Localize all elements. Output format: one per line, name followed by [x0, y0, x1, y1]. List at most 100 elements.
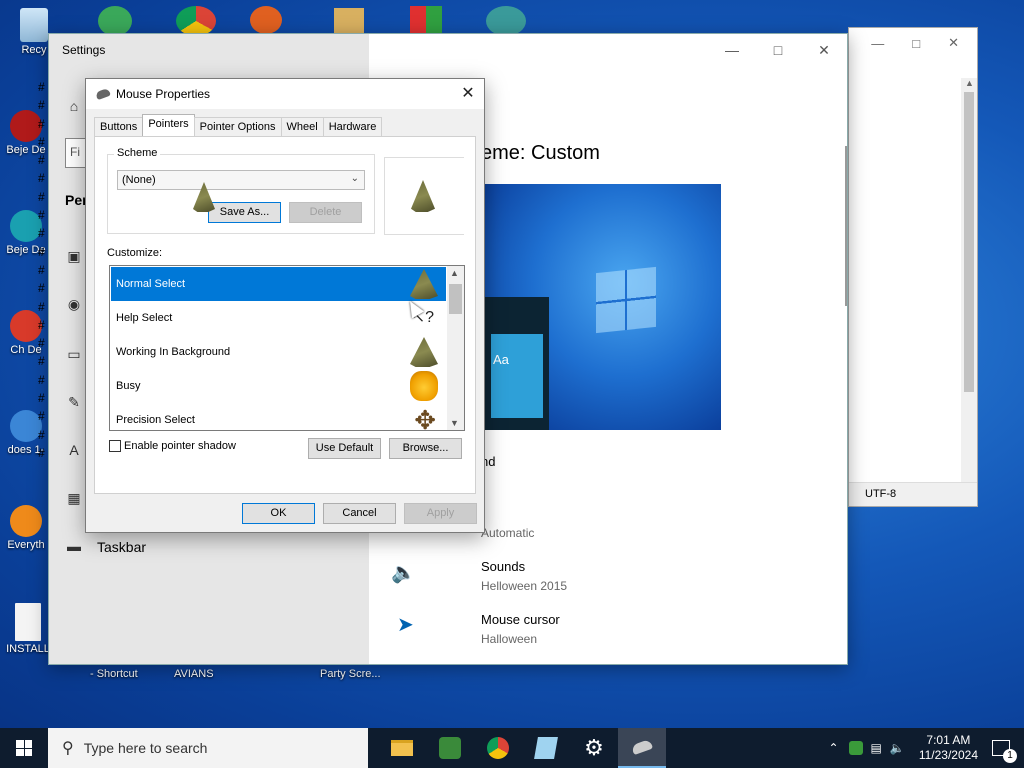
- scheme-group: Scheme (None) ⌄ Save As... Delete: [107, 147, 375, 234]
- game-app-icon[interactable]: [426, 728, 474, 768]
- delete-button[interactable]: Delete: [289, 202, 362, 223]
- mouse-properties-dialog[interactable]: Mouse Properties ✕ Buttons Pointers Poin…: [85, 78, 485, 533]
- close-icon[interactable]: ✕: [452, 79, 484, 109]
- mouse-cursor-icon[interactable]: ➤: [397, 612, 414, 637]
- app-icon[interactable]: [250, 6, 282, 34]
- theme-preview: Aa: [481, 184, 721, 430]
- encoding-label: UTF-8: [865, 488, 897, 500]
- notification-count: 1: [1003, 749, 1017, 763]
- chevron-up-icon[interactable]: ⌃: [828, 741, 838, 755]
- desktop-label-avians[interactable]: AVIANS: [174, 668, 214, 680]
- everything-icon[interactable]: Everyth: [2, 505, 50, 551]
- tab-pointers[interactable]: Pointers: [142, 114, 195, 137]
- game-icon[interactable]: [486, 6, 526, 36]
- shield-icon[interactable]: [410, 6, 442, 36]
- scroll-down-icon[interactable]: ▼: [450, 418, 459, 428]
- list-item-working-background[interactable]: Working In Background: [111, 335, 446, 369]
- maximize-icon[interactable]: □: [755, 34, 801, 66]
- list-scrollbar[interactable]: ▲ ▼: [447, 266, 464, 430]
- use-default-button[interactable]: Use Default: [308, 438, 381, 459]
- tab-hardware[interactable]: Hardware: [322, 117, 383, 137]
- mouse-icon: [95, 87, 111, 101]
- tab-pointer-options[interactable]: Pointer Options: [193, 117, 282, 137]
- themes-icon[interactable]: ✎: [65, 394, 83, 412]
- hash-marker: #: [38, 336, 45, 351]
- users-icon[interactable]: [98, 6, 132, 36]
- scheme-label: Scheme: [114, 147, 161, 159]
- scroll-thumb[interactable]: [964, 92, 974, 392]
- chrome-icon[interactable]: [176, 6, 216, 36]
- cursor-list[interactable]: Normal Select Help Select ↖? Working In …: [109, 265, 465, 431]
- minimize-icon[interactable]: —: [871, 36, 884, 51]
- close-icon[interactable]: ✕: [801, 34, 847, 66]
- hash-marker: #: [38, 409, 45, 424]
- browse-button[interactable]: Browse...: [389, 438, 462, 459]
- background-icon[interactable]: ▣: [65, 248, 83, 266]
- taskbar-search-box[interactable]: ⚲ Type here to search: [48, 728, 368, 768]
- sounds-label[interactable]: Sounds: [481, 559, 525, 574]
- hash-marker: #: [38, 391, 45, 406]
- install-file-icon[interactable]: INSTALL: [4, 603, 52, 655]
- chrome-taskbar-icon[interactable]: [474, 728, 522, 768]
- settings-scrollbar[interactable]: [845, 146, 847, 306]
- desktop-icon-label: INSTALL: [6, 643, 50, 655]
- minimize-icon[interactable]: —: [709, 34, 755, 66]
- home-icon[interactable]: ⌂: [65, 98, 83, 116]
- scroll-up-icon[interactable]: ▲: [450, 268, 459, 278]
- pointers-panel: Scheme (None) ⌄ Save As... Delete Custom…: [94, 136, 476, 494]
- save-as-button[interactable]: Save As...: [208, 202, 281, 223]
- colors-icon[interactable]: ◉: [65, 296, 83, 314]
- hash-marker: #: [38, 244, 45, 259]
- chevron-down-icon: ⌄: [350, 173, 359, 184]
- mouse-cursor-label[interactable]: Mouse cursor: [481, 612, 560, 627]
- taskbar-icon[interactable]: ▬: [65, 538, 83, 556]
- maximize-icon[interactable]: □: [912, 36, 920, 51]
- list-item-precision-select[interactable]: Precision Select ✥: [111, 403, 446, 430]
- tab-wheel[interactable]: Wheel: [280, 117, 324, 137]
- taskbar: ⚲ Type here to search ⚙ ⌃ ▤ 🔈 7:01 AM 11…: [0, 728, 1024, 768]
- app-icon-2[interactable]: [334, 8, 364, 34]
- mouse-properties-taskbar-icon[interactable]: [618, 728, 666, 768]
- wizard-cursor-icon: [410, 269, 438, 299]
- windows-icon: [16, 740, 32, 756]
- scroll-up-icon[interactable]: ▲: [965, 78, 974, 88]
- notepad-scrollbar[interactable]: ▲ ▼: [961, 78, 977, 498]
- customize-label: Customize:: [107, 247, 163, 259]
- close-icon[interactable]: ✕: [948, 35, 959, 51]
- list-item-normal-select[interactable]: Normal Select: [111, 267, 446, 301]
- notepad-window[interactable]: — □ ✕ ▲ ▼ UTF-8: [848, 27, 978, 507]
- clock[interactable]: 7:01 AM 11/23/2024: [919, 733, 978, 763]
- settings-window-controls: — □ ✕: [709, 34, 847, 66]
- apply-button[interactable]: Apply: [404, 503, 477, 524]
- checkbox-box[interactable]: [109, 440, 121, 452]
- speaker-icon[interactable]: 🔈: [391, 560, 416, 585]
- wizard-cursor-preview-icon: [411, 180, 435, 212]
- fonts-icon[interactable]: A: [65, 442, 83, 460]
- desktop-label-party-screen[interactable]: Party Scre...: [320, 668, 381, 680]
- notification-icon[interactable]: 1: [992, 740, 1017, 763]
- list-item-label: Normal Select: [116, 278, 186, 290]
- cancel-button[interactable]: Cancel: [323, 503, 396, 524]
- settings-gear-icon[interactable]: ⚙: [570, 728, 618, 768]
- scheme-select[interactable]: (None) ⌄: [117, 170, 365, 190]
- volume-icon[interactable]: 🔈: [890, 741, 905, 755]
- file-explorer-icon[interactable]: [378, 728, 426, 768]
- lock-screen-icon[interactable]: ▭: [65, 346, 83, 364]
- start-button[interactable]: [0, 728, 48, 768]
- pointer-shadow-checkbox[interactable]: Enable pointer shadow: [109, 440, 236, 452]
- hash-marker: #: [38, 354, 45, 369]
- list-item-help-select[interactable]: Help Select ↖?: [111, 301, 446, 335]
- sidebar-item-taskbar[interactable]: Taskbar: [97, 539, 146, 555]
- ok-button[interactable]: OK: [242, 503, 315, 524]
- tray-app-icon[interactable]: [848, 741, 863, 755]
- start-icon[interactable]: ▦: [65, 490, 83, 508]
- scroll-thumb[interactable]: [449, 284, 462, 314]
- dialog-titlebar[interactable]: Mouse Properties: [86, 79, 484, 109]
- desktop-icon-label: Ch De: [10, 344, 42, 356]
- notepad-taskbar-icon[interactable]: [522, 728, 570, 768]
- list-item-busy[interactable]: Busy: [111, 369, 446, 403]
- network-icon[interactable]: ▤: [871, 741, 882, 755]
- list-item-label: Help Select: [116, 312, 173, 324]
- tab-buttons[interactable]: Buttons: [94, 117, 144, 137]
- desktop-label-shortcut[interactable]: - Shortcut: [90, 668, 138, 680]
